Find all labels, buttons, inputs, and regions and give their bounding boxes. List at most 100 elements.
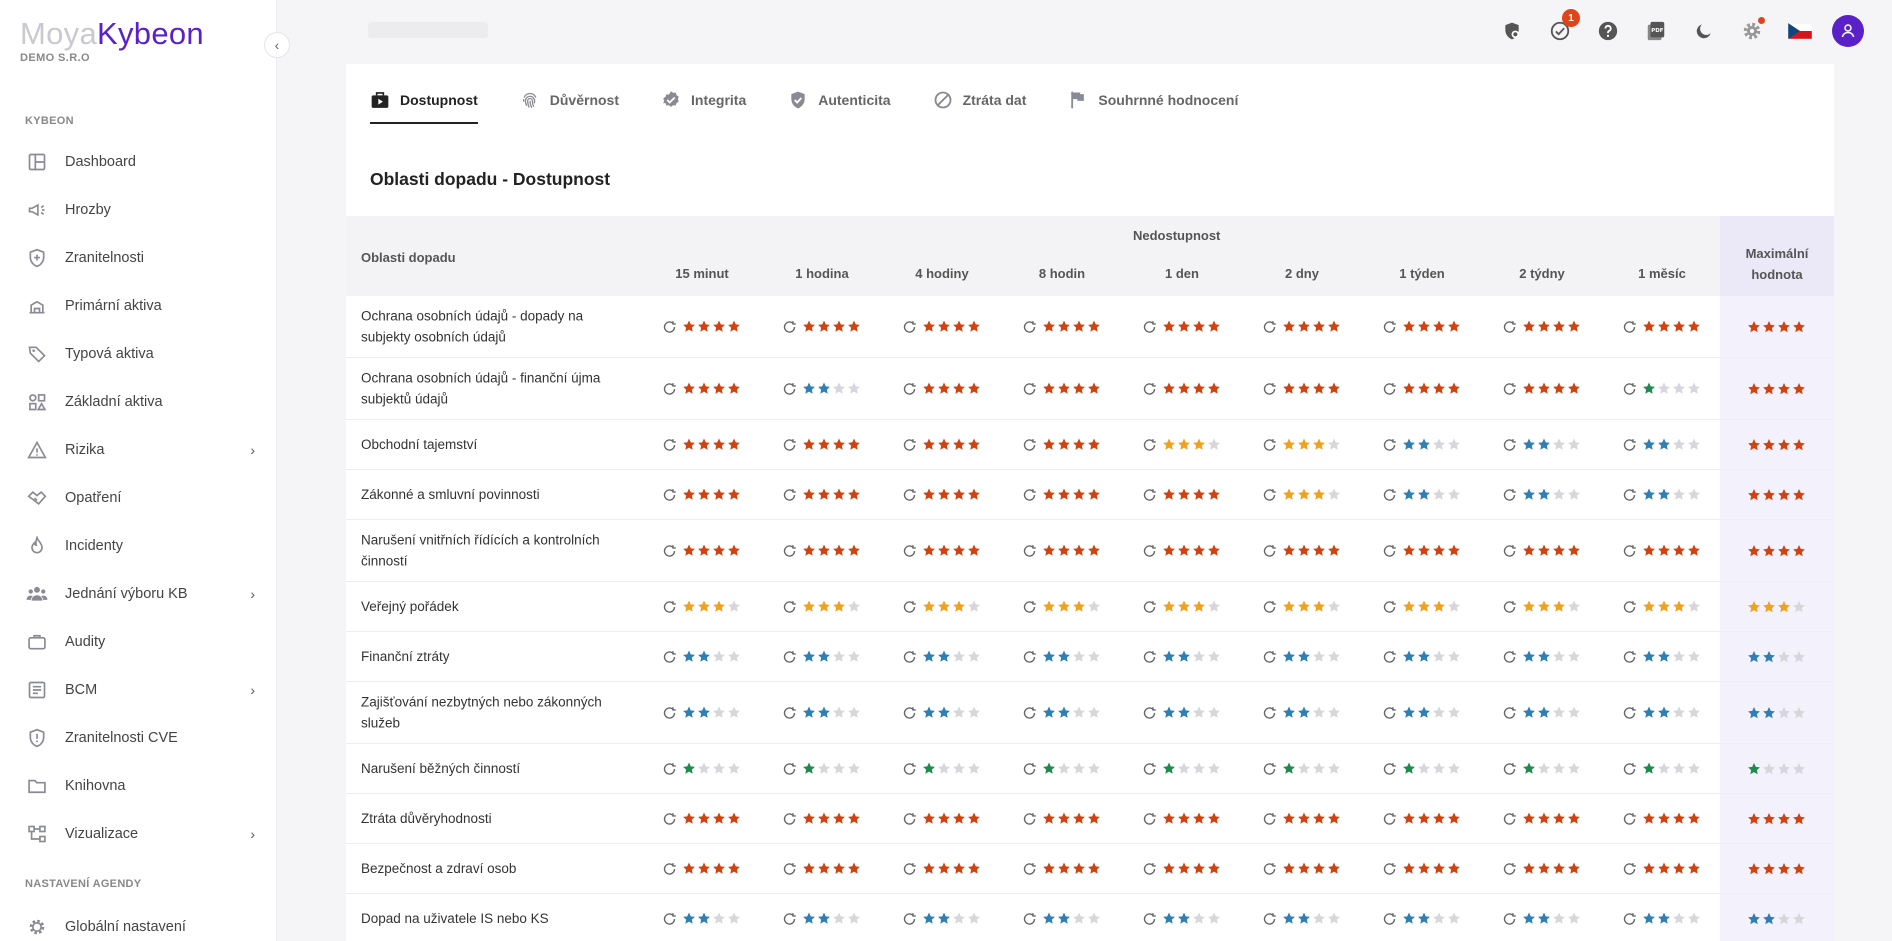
rating-cell[interactable] — [1502, 381, 1581, 396]
refresh-icon[interactable] — [662, 599, 677, 614]
rating-cell[interactable] — [1622, 649, 1701, 664]
sidebar-item-1[interactable]: Hrozby — [0, 186, 277, 234]
rating-cell[interactable] — [902, 381, 981, 396]
refresh-icon[interactable] — [902, 861, 917, 876]
refresh-icon[interactable] — [1022, 543, 1037, 558]
refresh-icon[interactable] — [1262, 487, 1277, 502]
refresh-icon[interactable] — [902, 437, 917, 452]
refresh-icon[interactable] — [662, 437, 677, 452]
refresh-icon[interactable] — [1142, 761, 1157, 776]
rating-cell[interactable] — [1142, 649, 1221, 664]
sidebar-item-9[interactable]: Jednání výboru KB › — [0, 570, 277, 618]
refresh-icon[interactable] — [1382, 705, 1397, 720]
sidebar-item-8[interactable]: Incidenty — [0, 522, 277, 570]
refresh-icon[interactable] — [1262, 761, 1277, 776]
refresh-icon[interactable] — [1022, 437, 1037, 452]
rating-cell[interactable] — [1622, 543, 1701, 558]
rating-cell[interactable] — [1022, 381, 1101, 396]
rating-cell[interactable] — [1622, 911, 1701, 926]
rating-cell[interactable] — [1022, 487, 1101, 502]
security-settings-button[interactable] — [1496, 15, 1528, 47]
refresh-icon[interactable] — [1502, 761, 1517, 776]
refresh-icon[interactable] — [1262, 599, 1277, 614]
refresh-icon[interactable] — [1022, 487, 1037, 502]
refresh-icon[interactable] — [1502, 861, 1517, 876]
refresh-icon[interactable] — [902, 599, 917, 614]
refresh-icon[interactable] — [1142, 811, 1157, 826]
refresh-icon[interactable] — [662, 761, 677, 776]
refresh-icon[interactable] — [1622, 705, 1637, 720]
rating-cell[interactable] — [782, 543, 861, 558]
refresh-icon[interactable] — [1622, 911, 1637, 926]
refresh-icon[interactable] — [782, 319, 797, 334]
refresh-icon[interactable] — [1502, 543, 1517, 558]
refresh-icon[interactable] — [1262, 811, 1277, 826]
refresh-icon[interactable] — [1622, 861, 1637, 876]
refresh-icon[interactable] — [1382, 381, 1397, 396]
sidebar-item-3[interactable]: Primární aktiva — [0, 282, 277, 330]
rating-cell[interactable] — [1022, 437, 1101, 452]
refresh-icon[interactable] — [1022, 705, 1037, 720]
rating-cell[interactable] — [1382, 761, 1461, 776]
refresh-icon[interactable] — [1622, 811, 1637, 826]
refresh-icon[interactable] — [1382, 599, 1397, 614]
refresh-icon[interactable] — [1502, 437, 1517, 452]
sidebar-item-5[interactable]: Základní aktiva — [0, 378, 277, 426]
sidebar-item-0[interactable]: Dashboard — [0, 138, 277, 186]
rating-cell[interactable] — [782, 861, 861, 876]
rating-cell[interactable] — [902, 437, 981, 452]
refresh-icon[interactable] — [1022, 811, 1037, 826]
rating-cell[interactable] — [662, 599, 741, 614]
pdf-export-button[interactable]: PDF — [1640, 15, 1672, 47]
refresh-icon[interactable] — [1382, 861, 1397, 876]
refresh-icon[interactable] — [1142, 487, 1157, 502]
refresh-icon[interactable] — [1622, 543, 1637, 558]
sidebar-item-14[interactable]: Vizualizace › — [0, 810, 277, 858]
rating-cell[interactable] — [1262, 861, 1341, 876]
refresh-icon[interactable] — [662, 543, 677, 558]
refresh-icon[interactable] — [782, 437, 797, 452]
rating-cell[interactable] — [662, 437, 741, 452]
refresh-icon[interactable] — [1622, 599, 1637, 614]
refresh-icon[interactable] — [902, 811, 917, 826]
refresh-icon[interactable] — [782, 811, 797, 826]
rating-cell[interactable] — [1142, 487, 1221, 502]
rating-cell[interactable] — [1502, 705, 1581, 720]
refresh-icon[interactable] — [1142, 599, 1157, 614]
rating-cell[interactable] — [662, 861, 741, 876]
rating-cell[interactable] — [1502, 911, 1581, 926]
refresh-icon[interactable] — [1142, 861, 1157, 876]
refresh-icon[interactable] — [902, 761, 917, 776]
refresh-icon[interactable] — [1142, 437, 1157, 452]
app-logo[interactable]: MoyaKybeon DEMO S.R.O — [20, 18, 204, 64]
refresh-icon[interactable] — [1022, 861, 1037, 876]
refresh-icon[interactable] — [1022, 649, 1037, 664]
refresh-icon[interactable] — [782, 543, 797, 558]
refresh-icon[interactable] — [782, 599, 797, 614]
refresh-icon[interactable] — [1622, 437, 1637, 452]
refresh-icon[interactable] — [902, 705, 917, 720]
user-avatar-button[interactable] — [1832, 15, 1864, 47]
settings-button[interactable] — [1736, 15, 1768, 47]
refresh-icon[interactable] — [1262, 381, 1277, 396]
rating-cell[interactable] — [1142, 761, 1221, 776]
sidebar-item-10[interactable]: Audity — [0, 618, 277, 666]
rating-cell[interactable] — [782, 319, 861, 334]
rating-cell[interactable] — [1022, 761, 1101, 776]
refresh-icon[interactable] — [1142, 543, 1157, 558]
refresh-icon[interactable] — [1502, 811, 1517, 826]
rating-cell[interactable] — [782, 649, 861, 664]
tasks-button[interactable]: 1 — [1544, 9, 1580, 47]
refresh-icon[interactable] — [1382, 319, 1397, 334]
refresh-icon[interactable] — [1622, 761, 1637, 776]
refresh-icon[interactable] — [1022, 319, 1037, 334]
rating-cell[interactable] — [1262, 761, 1341, 776]
refresh-icon[interactable] — [1382, 487, 1397, 502]
rating-cell[interactable] — [1262, 543, 1341, 558]
refresh-icon[interactable] — [1142, 381, 1157, 396]
rating-cell[interactable] — [1142, 599, 1221, 614]
refresh-icon[interactable] — [782, 649, 797, 664]
refresh-icon[interactable] — [1382, 911, 1397, 926]
rating-cell[interactable] — [662, 319, 741, 334]
rating-cell[interactable] — [662, 381, 741, 396]
